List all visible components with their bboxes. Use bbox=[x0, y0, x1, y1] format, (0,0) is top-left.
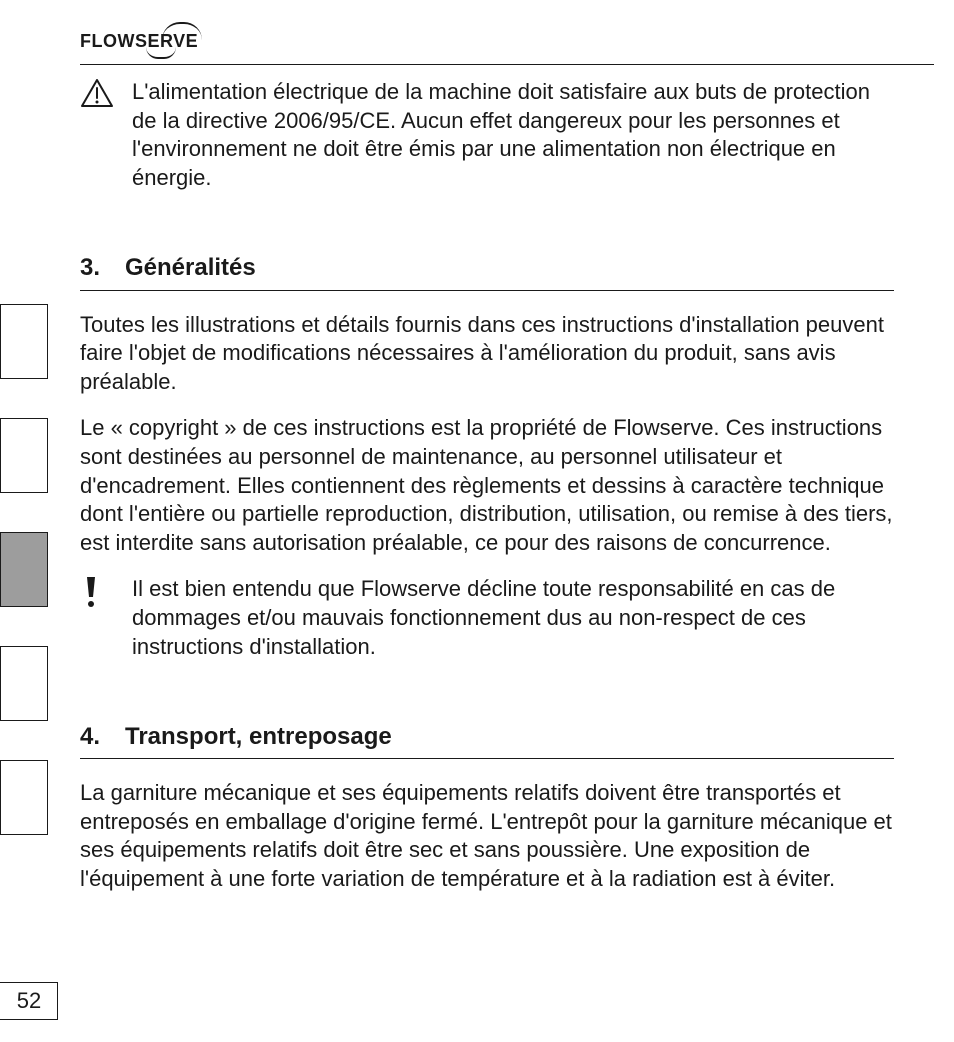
page-number: 52 bbox=[0, 982, 58, 1020]
exclamation-icon bbox=[80, 575, 126, 609]
side-tab bbox=[0, 760, 48, 835]
section-heading: 3.Généralités bbox=[80, 252, 894, 283]
warning-block: L'alimentation électrique de la machine … bbox=[80, 78, 894, 192]
notice-text: Il est bien entendu que Flowserve déclin… bbox=[132, 575, 894, 661]
logo-arc-top bbox=[162, 22, 202, 40]
section-heading: 4.Transport, entreposage bbox=[80, 721, 894, 752]
notice-block: Il est bien entendu que Flowserve déclin… bbox=[80, 575, 894, 661]
side-tab bbox=[0, 646, 48, 721]
section-title: Transport, entreposage bbox=[125, 723, 392, 750]
section-title: Généralités bbox=[125, 254, 256, 281]
body-paragraph: Le « copyright » de ces instructions est… bbox=[80, 414, 894, 557]
warning-text: L'alimentation électrique de la machine … bbox=[132, 78, 894, 192]
header-divider bbox=[80, 64, 934, 65]
section-number: 4. bbox=[80, 721, 125, 752]
side-tab bbox=[0, 304, 48, 379]
section-divider bbox=[80, 290, 894, 291]
side-tab-active bbox=[0, 532, 48, 607]
section-divider bbox=[80, 758, 894, 759]
body-paragraph: Toutes les illustrations et détails four… bbox=[80, 311, 894, 397]
brand-logo: FLOWSERVE bbox=[80, 30, 198, 53]
body-paragraph: La garniture mécanique et ses équipement… bbox=[80, 779, 894, 893]
side-tab bbox=[0, 418, 48, 493]
warning-triangle-icon bbox=[80, 78, 126, 108]
page-content: L'alimentation électrique de la machine … bbox=[80, 78, 894, 912]
logo-arc-bottom bbox=[146, 47, 176, 59]
manual-page: FLOWSERVE 52 L'alimentation électrique d… bbox=[0, 0, 954, 1042]
section-number: 3. bbox=[80, 252, 125, 283]
